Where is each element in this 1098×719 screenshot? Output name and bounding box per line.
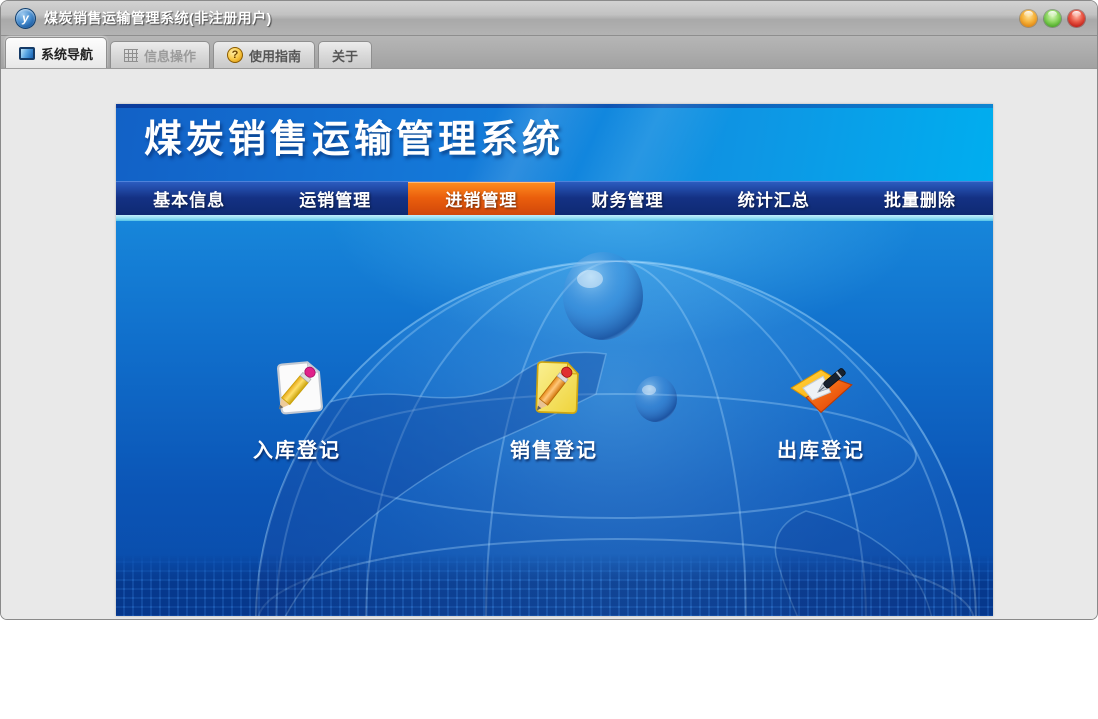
maximize-button[interactable] bbox=[1044, 9, 1061, 27]
content-area: 煤炭销售运输管理系统 基本信息 运销管理 进销管理 财务管理 统计汇总 批量删除 bbox=[1, 69, 1097, 619]
close-button[interactable] bbox=[1068, 9, 1085, 27]
app-logo-icon: y bbox=[15, 7, 36, 29]
shortcut-label: 出库登记 bbox=[777, 440, 865, 462]
orange-folder-pen-icon bbox=[790, 368, 853, 414]
nav-item-finance-mgmt[interactable]: 财务管理 bbox=[555, 182, 701, 215]
app-window: y 煤炭销售运输管理系统(非注册用户) 系统导航 信息操作 ? 使用指南 关于 … bbox=[0, 0, 1098, 620]
monitor-icon bbox=[19, 46, 35, 60]
shortcut-inbound-registration[interactable]: 入库登记 bbox=[222, 354, 372, 463]
nav-item-basic-info[interactable]: 基本信息 bbox=[116, 182, 262, 215]
tab-about[interactable]: 关于 bbox=[318, 41, 373, 68]
main-panel: 煤炭销售运输管理系统 基本信息 运销管理 进销管理 财务管理 统计汇总 批量删除 bbox=[116, 104, 993, 616]
nav-item-statistics-summary[interactable]: 统计汇总 bbox=[701, 182, 847, 215]
yellow-note-pencil-icon bbox=[535, 361, 580, 414]
banner: 煤炭销售运输管理系统 bbox=[116, 104, 993, 181]
tab-label: 关于 bbox=[332, 48, 359, 64]
shortcut-sales-registration[interactable]: 销售登记 bbox=[479, 354, 629, 463]
tab-bar: 系统导航 信息操作 ? 使用指南 关于 bbox=[1, 36, 1097, 69]
tab-label: 信息操作 bbox=[144, 48, 197, 64]
grid-icon bbox=[124, 48, 139, 62]
shortcut-label: 入库登记 bbox=[253, 440, 341, 462]
tab-system-navigation[interactable]: 系统导航 bbox=[5, 37, 108, 68]
window-title: 煤炭销售运输管理系统(非注册用户) bbox=[44, 10, 272, 26]
tab-user-guide[interactable]: ? 使用指南 bbox=[213, 41, 316, 68]
tab-label: 系统导航 bbox=[41, 46, 94, 62]
nav-item-batch-delete[interactable]: 批量删除 bbox=[847, 182, 993, 215]
help-coin-icon: ? bbox=[227, 47, 244, 63]
module-nav-bar: 基本信息 运销管理 进销管理 财务管理 统计汇总 批量删除 bbox=[116, 181, 993, 215]
screen: y 煤炭销售运输管理系统(非注册用户) 系统导航 信息操作 ? 使用指南 关于 … bbox=[0, 0, 1098, 719]
nav-item-transport-sales-mgmt[interactable]: 运销管理 bbox=[262, 182, 408, 215]
banner-title: 煤炭销售运输管理系统 bbox=[144, 119, 565, 161]
checker-texture bbox=[116, 554, 993, 616]
window-controls bbox=[1020, 9, 1085, 27]
minimize-button[interactable] bbox=[1020, 9, 1037, 27]
nav-item-purchase-sales-mgmt[interactable]: 进销管理 bbox=[408, 182, 555, 215]
globe-area: 入库登记 销售登记 出库登记 bbox=[116, 221, 993, 616]
shortcut-label: 销售登记 bbox=[510, 440, 598, 462]
title-bar: y 煤炭销售运输管理系统(非注册用户) bbox=[1, 1, 1097, 36]
desktop-background bbox=[0, 620, 1098, 719]
white-note-pencil-icon bbox=[277, 361, 323, 415]
tab-label: 使用指南 bbox=[249, 48, 302, 64]
tab-information-operations[interactable]: 信息操作 bbox=[110, 41, 211, 68]
shortcut-outbound-registration[interactable]: 出库登记 bbox=[746, 354, 896, 463]
